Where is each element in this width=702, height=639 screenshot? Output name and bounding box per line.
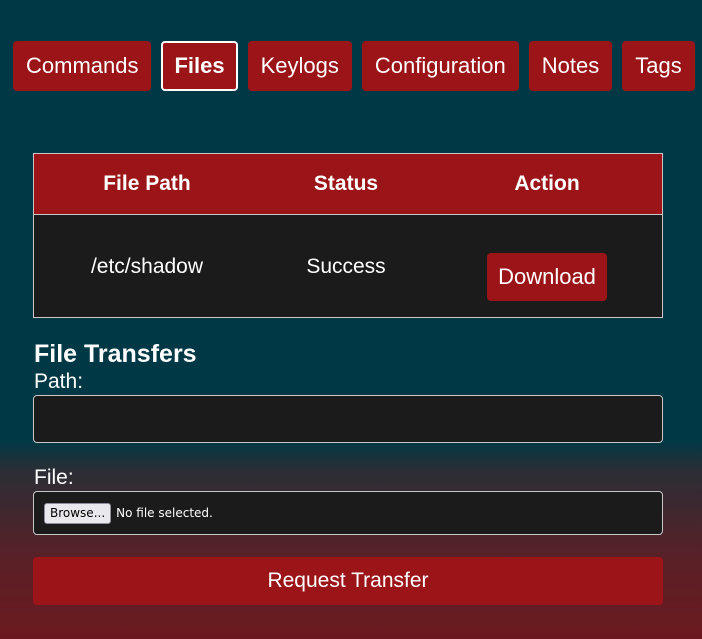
browse-button[interactable]: Browse... [44, 502, 112, 524]
column-header-file-path: File Path [103, 172, 191, 195]
file-path-cell: /etc/shadow [90, 255, 204, 278]
table-row: /etc/shadow Success Download [34, 215, 662, 317]
tab-bar: Commands Files Keylogs Configuration Not… [13, 41, 695, 91]
table-header: File Path Status Action [34, 154, 662, 215]
download-button[interactable]: Download [487, 253, 607, 301]
request-transfer-button[interactable]: Request Transfer [33, 557, 663, 605]
path-input[interactable] [33, 395, 663, 443]
tab-tags[interactable]: Tags [622, 41, 695, 91]
file-label: File: [34, 466, 74, 489]
file-input[interactable]: Browse... No file selected. [33, 491, 663, 535]
tab-configuration[interactable]: Configuration [361, 41, 519, 91]
path-label: Path: [34, 370, 84, 393]
files-table: File Path Status Action /etc/shadow Succ… [33, 153, 663, 318]
tab-files[interactable]: Files [161, 41, 238, 91]
column-header-action: Action [514, 172, 580, 195]
tab-commands[interactable]: Commands [13, 41, 152, 91]
tab-notes[interactable]: Notes [528, 41, 613, 91]
status-cell: Success [306, 255, 386, 278]
no-file-text: No file selected. [116, 506, 213, 520]
tab-keylogs[interactable]: Keylogs [247, 41, 352, 91]
action-cell: Download [432, 215, 662, 317]
form-title: File Transfers [34, 340, 197, 368]
column-header-status: Status [313, 172, 379, 195]
